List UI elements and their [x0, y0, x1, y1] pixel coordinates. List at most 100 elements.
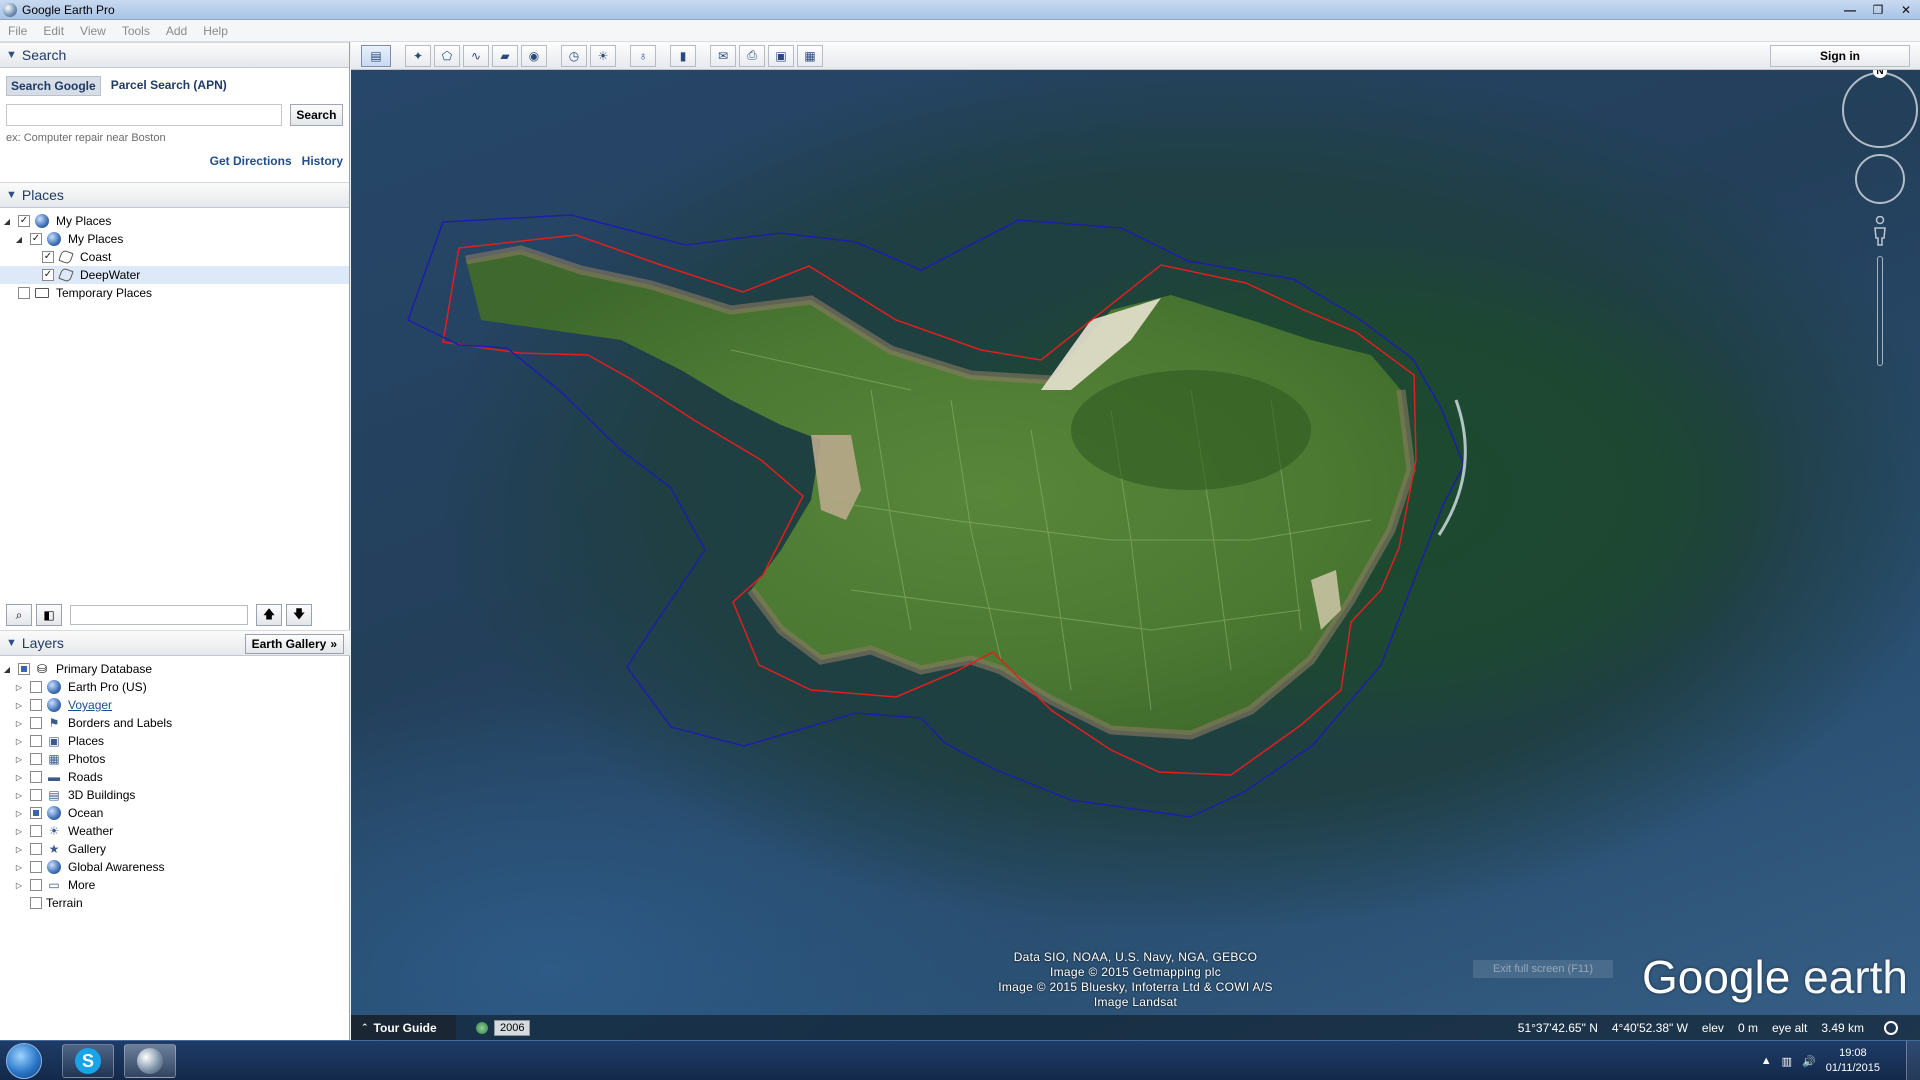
expand-triangle-icon[interactable]: ◢ [14, 235, 24, 244]
expand-triangle-icon[interactable]: ▷ [14, 755, 24, 764]
show-desktop-button[interactable] [1906, 1041, 1920, 1080]
tree-label[interactable]: Voyager [68, 698, 112, 712]
taskbar-skype[interactable]: S [62, 1044, 114, 1078]
places-filter-input[interactable] [70, 605, 248, 625]
checkbox[interactable] [30, 681, 42, 693]
tree-row-layer[interactable]: ▷ ▤ 3D Buildings [0, 786, 350, 804]
checkbox[interactable]: ✓ [18, 215, 30, 227]
expand-triangle-icon[interactable]: ▷ [14, 809, 24, 818]
search-icon[interactable]: ⌕ [6, 604, 32, 626]
tree-row-layer[interactable]: ▷ ▦ Photos [0, 750, 350, 768]
expand-triangle-icon[interactable]: ▷ [14, 719, 24, 728]
menu-edit[interactable]: Edit [35, 24, 72, 38]
volume-icon[interactable]: 🔊 [1802, 1055, 1816, 1068]
ruler-icon[interactable]: ▮ [670, 44, 696, 67]
expand-triangle-icon[interactable]: ▷ [14, 683, 24, 692]
tray-expand-icon[interactable]: ▲ [1761, 1055, 1772, 1067]
checkbox[interactable] [30, 699, 42, 711]
move-joystick-ring[interactable] [1855, 154, 1905, 204]
tree-row-layer[interactable]: ▷ ★ Gallery [0, 840, 350, 858]
checkbox[interactable] [30, 789, 42, 801]
checkbox[interactable] [30, 825, 42, 837]
menu-view[interactable]: View [72, 24, 114, 38]
checkbox[interactable] [30, 843, 42, 855]
expand-triangle-icon[interactable]: ▷ [14, 701, 24, 710]
get-directions-link[interactable]: Get Directions [210, 154, 292, 168]
sign-in-button[interactable]: Sign in [1770, 45, 1910, 67]
close-button[interactable]: ✕ [1892, 0, 1920, 20]
menu-add[interactable]: Add [158, 24, 195, 38]
expand-triangle-icon[interactable]: ▷ [14, 791, 24, 800]
search-input[interactable] [6, 104, 282, 126]
expand-triangle-icon[interactable]: ◢ [2, 665, 12, 674]
expand-triangle-icon[interactable]: ▷ [14, 827, 24, 836]
expand-triangle-icon[interactable]: ▷ [14, 845, 24, 854]
checkbox[interactable] [18, 287, 30, 299]
tree-row-layer[interactable]: ▷ ☀ Weather [0, 822, 350, 840]
email-icon[interactable]: ✉ [710, 44, 736, 67]
checkbox[interactable] [30, 807, 42, 819]
save-image-icon[interactable]: ▣ [768, 44, 794, 67]
tree-row-layer[interactable]: ▷ ⚑ Borders and Labels [0, 714, 350, 732]
print-icon[interactable]: ⎙ [739, 44, 765, 67]
historical-imagery-icon[interactable]: ◷ [561, 44, 587, 67]
expand-triangle-icon[interactable]: ◢ [2, 217, 12, 226]
map-view[interactable]: N Data SIO, NOAA, U.S. Navy, NGA, GEBCO … [351, 70, 1920, 1040]
view-in-maps-icon[interactable]: ▦ [797, 44, 823, 67]
checkbox[interactable] [18, 663, 30, 675]
zoom-slider[interactable] [1877, 256, 1883, 366]
expand-triangle-icon[interactable]: ▷ [14, 773, 24, 782]
move-up-icon[interactable]: 🡅 [256, 604, 282, 626]
checkbox[interactable] [30, 735, 42, 747]
tree-row-layer[interactable]: ▷ ▣ Places [0, 732, 350, 750]
search-header[interactable]: ▼ Search [0, 42, 349, 68]
checkbox[interactable] [30, 861, 42, 873]
tab-parcel-search[interactable]: Parcel Search (APN) [107, 76, 231, 96]
tree-row-my-places-root[interactable]: ◢ ✓ My Places [0, 212, 349, 230]
switch-planet-icon[interactable]: ♁ [630, 44, 656, 67]
tab-search-google[interactable]: Search Google [6, 76, 101, 96]
checkbox[interactable]: ✓ [42, 251, 54, 263]
restore-button[interactable]: ❐ [1864, 0, 1892, 20]
add-path-icon[interactable]: ∿ [463, 44, 489, 67]
taskbar-google-earth[interactable] [124, 1044, 176, 1078]
sidebar-toggle-icon[interactable]: ▤ [361, 44, 391, 67]
tree-row-layer[interactable]: ▷ Earth Pro (US) [0, 678, 350, 696]
checkbox[interactable] [30, 771, 42, 783]
system-clock[interactable]: 19:08 01/11/2015 [1826, 1046, 1880, 1076]
history-link[interactable]: History [302, 154, 343, 168]
places-header[interactable]: ▼ Places [0, 182, 349, 208]
tree-row-layer[interactable]: ▷ Voyager [0, 696, 350, 714]
menu-tools[interactable]: Tools [114, 24, 158, 38]
expand-triangle-icon[interactable]: ▷ [14, 881, 24, 890]
street-view-pegman-icon[interactable] [1873, 216, 1887, 246]
sunlight-icon[interactable]: ☀ [590, 44, 616, 67]
tree-row-layer[interactable]: ▷ ▬ Roads [0, 768, 350, 786]
network-icon[interactable]: ▥ [1782, 1055, 1792, 1068]
record-tour-icon[interactable]: ◉ [521, 44, 547, 67]
checkbox[interactable] [30, 879, 42, 891]
layers-header[interactable]: ▼ Layers Earth Gallery » [0, 630, 350, 656]
search-button[interactable]: Search [289, 104, 343, 126]
add-image-overlay-icon[interactable]: ▰ [492, 44, 518, 67]
tree-row-primary-database[interactable]: ◢ ⛁ Primary Database [0, 660, 350, 678]
checkbox[interactable]: ✓ [30, 233, 42, 245]
move-down-icon[interactable]: 🡇 [286, 604, 312, 626]
menu-file[interactable]: File [0, 24, 35, 38]
checkbox[interactable]: ✓ [42, 269, 54, 281]
tree-row-my-places[interactable]: ◢ ✓ My Places [0, 230, 349, 248]
add-polygon-icon[interactable]: ⬠ [434, 44, 460, 67]
expand-triangle-icon[interactable]: ▷ [14, 737, 24, 746]
minimize-button[interactable]: — [1836, 0, 1864, 20]
tree-row-layer[interactable]: ▷ Ocean [0, 804, 350, 822]
checkbox[interactable] [30, 897, 42, 909]
menu-help[interactable]: Help [195, 24, 236, 38]
tree-row-temporary-places[interactable]: Temporary Places [0, 284, 349, 302]
checkbox[interactable] [30, 717, 42, 729]
earth-gallery-button[interactable]: Earth Gallery » [244, 634, 344, 654]
add-placemark-icon[interactable]: ✦ [405, 44, 431, 67]
tree-row-coast[interactable]: ✓ Coast [0, 248, 349, 266]
panel-toggle-icon[interactable]: ◧ [36, 604, 62, 626]
checkbox[interactable] [30, 753, 42, 765]
historical-imagery-date[interactable]: 2006 [476, 1019, 531, 1036]
